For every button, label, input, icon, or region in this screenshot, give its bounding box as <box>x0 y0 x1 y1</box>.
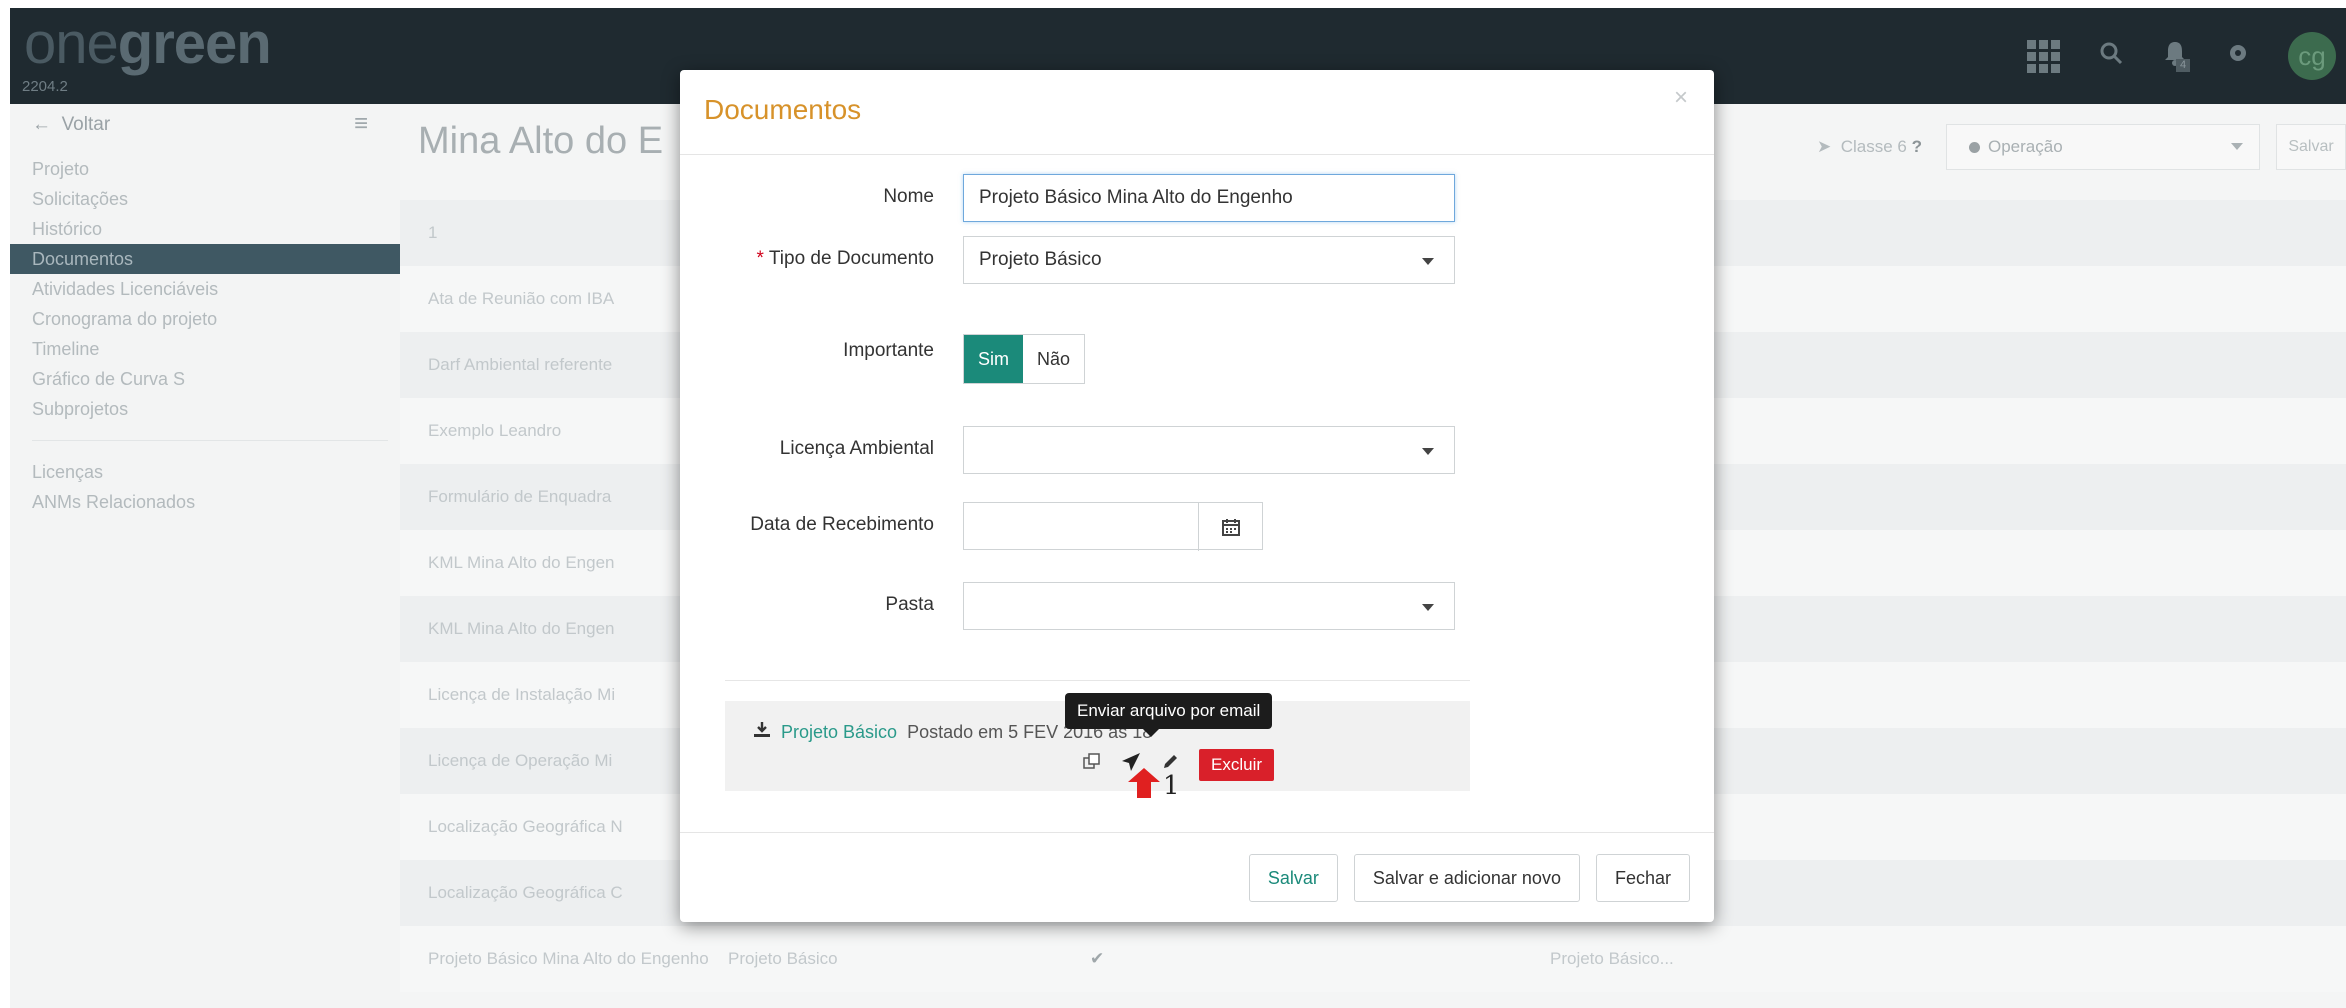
sidebar-item-curva-s[interactable]: Gráfico de Curva S <box>10 364 400 394</box>
gear-icon[interactable] <box>2226 41 2250 71</box>
sidebar-nav: Projeto Solicitações Histórico Documento… <box>10 154 410 517</box>
important-check-icon: ✔ <box>1090 949 1105 968</box>
notification-count-badge: 4 <box>2176 59 2191 72</box>
attachment-link[interactable]: Projeto Básico <box>781 722 897 743</box>
sidebar-item-subprojetos[interactable]: Subprojetos <box>10 394 400 424</box>
importante-no-button[interactable]: Não <box>1023 335 1085 383</box>
calendar-icon[interactable] <box>1198 503 1262 551</box>
back-link[interactable]: ← Voltar <box>32 114 110 136</box>
header-controls: ➤ Classe 6 ? Operação Salvar <box>1817 124 2346 170</box>
chevron-down-icon <box>1422 258 1434 265</box>
data-input[interactable] <box>963 502 1263 551</box>
sidebar-item-licencas[interactable]: Licenças <box>10 457 400 487</box>
nome-input[interactable]: Projeto Básico Mina Alto do Engenho <box>963 174 1455 222</box>
tipo-value: Projeto Básico <box>979 249 1102 270</box>
doc-name-cell: Formulário de Enquadra <box>428 487 612 506</box>
doc-file-link[interactable]: Projeto Básico... <box>1550 949 1910 969</box>
chevron-down-icon <box>2231 143 2243 150</box>
save-button[interactable]: Salvar <box>1248 854 1338 902</box>
send-arrow-icon: ➤ <box>1817 137 1832 156</box>
licenca-label: Licença Ambiental <box>779 438 934 459</box>
modal-title: Documentos <box>704 94 862 125</box>
doc-name-cell: 1 <box>428 223 438 242</box>
documents-modal: Documentos × Nome Projeto Básico Mina Al… <box>680 70 1714 922</box>
email-tooltip: Enviar arquivo por email <box>1065 693 1273 737</box>
user-avatar[interactable]: cg <box>2288 32 2336 80</box>
nome-label: Nome <box>883 186 934 207</box>
doc-name-cell: Localização Geográfica C <box>428 883 623 902</box>
status-dot-icon <box>1969 141 1980 153</box>
marker-number: 1 <box>1163 771 1180 801</box>
doc-name-cell: Exemplo Leandro <box>428 421 562 440</box>
app-version: 2204.2 <box>22 78 68 95</box>
sidebar-item-historico[interactable]: Histórico <box>10 214 400 244</box>
importante-yes-button[interactable]: Sim <box>964 335 1023 383</box>
status-value: Operação <box>1988 137 2063 156</box>
sidebar-divider <box>32 440 388 441</box>
copy-icon[interactable] <box>1083 753 1101 777</box>
table-row[interactable]: Projeto Básico Mina Alto do Engenho Proje… <box>400 926 2346 992</box>
doc-name-cell: Darf Ambiental referente <box>428 355 613 374</box>
sidebar-item-documentos[interactable]: Documentos <box>10 244 410 274</box>
doc-name-cell: Licença de Instalação Mi <box>428 685 616 704</box>
attachments-section: Projeto Básico Postado em 5 FEV 2016 as … <box>725 680 1470 803</box>
search-icon[interactable] <box>2098 40 2124 72</box>
top-icons: 4 cg <box>2027 28 2346 84</box>
delete-attachment-button[interactable]: Excluir <box>1199 749 1275 781</box>
doc-name-cell: Projeto Básico Mina Alto do Engenho <box>428 949 709 968</box>
menu-toggle-icon[interactable]: ≡ <box>354 110 368 138</box>
chevron-down-icon <box>1422 448 1434 455</box>
save-project-button[interactable]: Salvar <box>2276 124 2346 170</box>
nome-value: Projeto Básico Mina Alto do Engenho <box>979 187 1293 208</box>
arrow-left-icon: ← <box>32 114 51 135</box>
app-logo[interactable]: onegreen <box>24 10 272 77</box>
sidebar-item-timeline[interactable]: Timeline <box>10 334 400 364</box>
importante-label: Importante <box>843 340 934 361</box>
red-arrow-marker-icon <box>1128 768 1160 803</box>
importante-toggle: Sim Não <box>963 334 1086 384</box>
doc-name-cell: Licença de Operação Mi <box>428 751 613 770</box>
page-title: Mina Alto do E <box>418 120 664 162</box>
chevron-down-icon <box>1422 604 1434 611</box>
sidebar-item-solicitacoes[interactable]: Solicitações <box>10 184 400 214</box>
doc-name-cell: KML Mina Alto do Engen <box>428 619 615 638</box>
classe-label[interactable]: ➤ Classe 6 ? <box>1817 137 1922 157</box>
sidebar-item-cronograma[interactable]: Cronograma do projeto <box>10 304 400 334</box>
tipo-label: * Tipo de Documento <box>756 248 934 269</box>
sidebar-item-projeto[interactable]: Projeto <box>10 154 400 184</box>
notifications-bell-icon[interactable]: 4 <box>2162 39 2191 73</box>
sidebar-item-anms[interactable]: ANMs Relacionados <box>10 487 400 517</box>
close-modal-button[interactable]: Fechar <box>1595 854 1690 902</box>
close-icon[interactable]: × <box>1674 84 1688 112</box>
doc-name-cell: Ata de Reunião com IBA <box>428 289 615 308</box>
tipo-select[interactable]: Projeto Básico <box>963 236 1455 284</box>
save-and-new-button[interactable]: Salvar e adicionar novo <box>1353 854 1580 902</box>
apps-grid-icon[interactable] <box>2027 39 2060 73</box>
sidebar-item-atividades[interactable]: Atividades Licenciáveis <box>10 274 400 304</box>
modal-footer-divider <box>680 832 1714 833</box>
app-window: onegreen 2204.2 4 cg ← Voltar ≡ Projeto … <box>10 8 2346 1008</box>
download-icon[interactable] <box>753 721 771 744</box>
sidebar: ← Voltar ≡ Projeto Solicitações Históric… <box>10 104 410 1008</box>
pasta-label: Pasta <box>885 594 934 615</box>
pasta-select[interactable] <box>963 582 1455 630</box>
data-label: Data de Recebimento <box>750 514 934 535</box>
doc-name-cell: KML Mina Alto do Engen <box>428 553 615 572</box>
doc-type-cell: Projeto Básico <box>728 949 838 968</box>
licenca-select[interactable] <box>963 426 1455 474</box>
modal-footer: Salvar Salvar e adicionar novo Fechar <box>1248 854 1690 902</box>
status-select[interactable]: Operação <box>1946 124 2260 170</box>
modal-header-divider <box>680 154 1714 155</box>
doc-name-cell: Localização Geográfica N <box>428 817 623 836</box>
